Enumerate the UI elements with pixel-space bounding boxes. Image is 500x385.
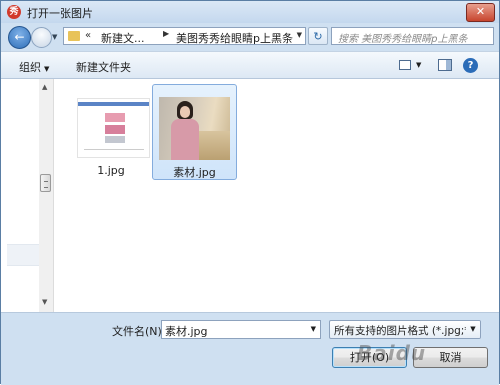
filename-label: 文件名(N): — [112, 325, 166, 338]
command-toolbar: 组织 ▼ 新建文件夹 ▼ ? — [1, 51, 499, 79]
thumb-field — [199, 131, 230, 160]
title-bar[interactable]: 秀 打开一张图片 ✕ — [1, 1, 499, 23]
open-button[interactable]: 打开(O) — [332, 347, 407, 368]
filename-value: 素材.jpg — [165, 325, 208, 338]
preview-pane-icon[interactable] — [438, 59, 452, 71]
file-name: 1.jpg — [97, 164, 125, 177]
window-title: 打开一张图片 — [27, 7, 93, 20]
breadcrumb-overflow-icon[interactable]: « — [85, 30, 91, 41]
bottom-panel: 文件名(N): 素材.jpg ▼ 所有支持的图片格式 (*.jpg;*.jp ▼… — [1, 312, 499, 385]
file-list[interactable]: 1.jpg 素材.jpg — [54, 79, 499, 312]
view-icon[interactable] — [399, 60, 411, 70]
thumb-photo — [105, 125, 125, 134]
forward-icon[interactable] — [31, 27, 52, 48]
thumb-line — [84, 149, 144, 150]
file-name: 素材.jpg — [173, 166, 216, 179]
chevron-down-icon: ▼ — [44, 65, 50, 73]
filename-field[interactable]: 素材.jpg ▼ — [161, 320, 321, 339]
breadcrumb-item-current[interactable]: 美图秀秀给眼睛p上黑条 — [176, 30, 293, 46]
help-icon[interactable]: ? — [463, 58, 478, 73]
navigation-bar: ← ▼ « 新建文... ▶ 美图秀秀给眼睛p上黑条 ▼ ↻ 搜索 美图秀秀给眼… — [1, 23, 499, 51]
back-icon[interactable]: ← — [8, 26, 31, 49]
file-thumbnail — [159, 97, 230, 160]
navigation-pane[interactable] — [1, 79, 40, 312]
cancel-button[interactable]: 取消 — [413, 347, 488, 368]
filename-dropdown-icon[interactable]: ▼ — [311, 325, 316, 333]
navigation-pane-item[interactable] — [7, 244, 39, 266]
thumb-photo — [105, 113, 125, 122]
thumb-bar — [78, 102, 149, 106]
address-dropdown-icon[interactable]: ▼ — [297, 31, 302, 39]
organize-label: 组织 — [19, 61, 41, 74]
folder-icon — [68, 31, 80, 41]
search-placeholder: 搜索 美图秀秀给眼睛p上黑条 — [338, 34, 468, 45]
search-input[interactable]: 搜索 美图秀秀给眼睛p上黑条 — [331, 27, 494, 45]
breadcrumb-item-parent[interactable]: 新建文... — [101, 30, 145, 46]
organize-button[interactable]: 组织 ▼ — [19, 59, 49, 75]
grip-icon — [44, 181, 48, 188]
file-type-select[interactable]: 所有支持的图片格式 (*.jpg;*.jp ▼ — [329, 320, 481, 339]
open-image-dialog: 秀 打开一张图片 ✕ ← ▼ « 新建文... ▶ 美图秀秀给眼睛p上黑条 ▼ … — [0, 0, 500, 385]
scroll-down-icon[interactable]: ▼ — [42, 298, 47, 306]
file-item-1jpg[interactable]: 1.jpg — [70, 85, 152, 181]
view-dropdown-icon[interactable]: ▼ — [416, 61, 421, 69]
scroll-up-icon[interactable]: ▲ — [42, 83, 47, 91]
navigation-scrollbar[interactable]: ▲ ▼ — [39, 79, 54, 312]
close-icon[interactable]: ✕ — [466, 3, 495, 22]
thumb-photo — [105, 136, 125, 143]
app-icon: 秀 — [7, 5, 21, 19]
file-thumbnail — [77, 98, 150, 158]
chevron-down-icon[interactable]: ▼ — [466, 321, 480, 338]
thumb-face — [180, 106, 190, 118]
refresh-icon[interactable]: ↻ — [308, 27, 328, 45]
address-bar[interactable]: « 新建文... ▶ 美图秀秀给眼睛p上黑条 ▼ — [63, 27, 306, 45]
file-item-sucai-jpg[interactable]: 素材.jpg — [152, 84, 237, 180]
thumb-person — [171, 119, 199, 160]
breadcrumb-separator-icon[interactable]: ▶ — [163, 29, 169, 38]
new-folder-button[interactable]: 新建文件夹 — [76, 59, 131, 75]
file-type-value: 所有支持的图片格式 (*.jpg;*.jp — [334, 325, 481, 337]
scrollbar-thumb[interactable] — [40, 174, 51, 192]
history-dropdown-icon[interactable]: ▼ — [52, 33, 57, 41]
